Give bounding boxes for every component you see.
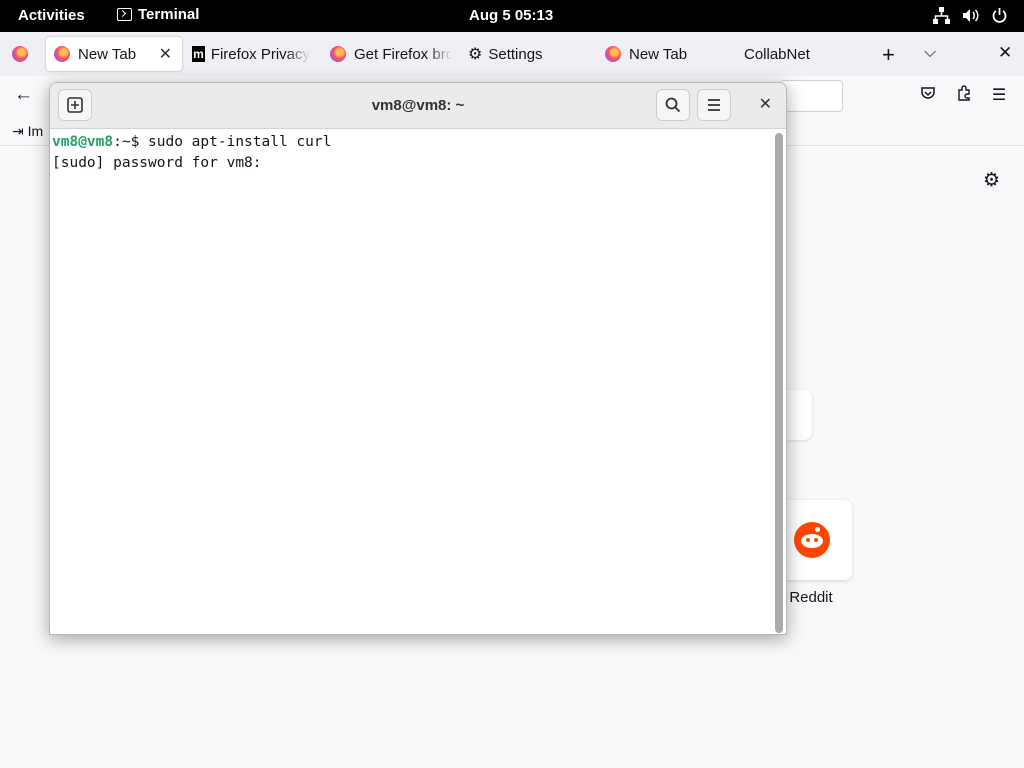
terminal-icon [117,8,132,21]
list-all-tabs-chevron-down-icon[interactable]: ⌵ [924,44,936,62]
prompt-user: vm8@vm8 [52,134,114,150]
clock[interactable]: Aug 5 05:13 [469,7,553,24]
app-name: Terminal [138,6,200,23]
pocket-icon[interactable] [919,85,937,103]
tab-collabnet[interactable]: CollabNet [744,37,864,71]
tab-label: New Tab [629,45,688,63]
tab-get-firefox[interactable]: Get Firefox bro [330,37,452,71]
prompt-path: :~$ [113,134,149,150]
power-icon [991,7,1008,24]
terminal-output[interactable]: vm8@vm8:~$ sudo apt-install curl [sudo] … [52,132,772,632]
back-arrow-icon[interactable]: ← [14,84,33,106]
app-menu[interactable]: Terminal [117,6,199,23]
tab-label: New Tab [78,45,137,63]
new-tab-button[interactable]: + [882,42,895,68]
firefox-icon [54,46,70,62]
tab-new-tab[interactable]: New Tab [605,37,725,71]
search-button[interactable] [656,89,690,121]
window-close-button[interactable]: ✕ [998,43,1012,63]
url-bar[interactable] [780,80,843,112]
bookmark-label: Im [27,123,44,139]
tab-label: Get Firefox bro [354,45,452,63]
firefox-icon [330,46,346,62]
close-tab-icon[interactable]: ✕ [149,44,182,64]
firefox-icon [12,46,28,62]
tab-label: CollabNet [744,45,810,63]
bookmark-import[interactable]: ⇥ Im [12,123,43,140]
pinned-tab[interactable] [8,37,38,71]
tab-label: Firefox Privacy [210,45,310,63]
firefox-icon [605,46,621,62]
tab-settings[interactable]: ⚙ Settings [468,37,588,71]
close-icon[interactable]: ✕ [759,94,772,114]
extensions-icon[interactable] [955,85,973,103]
hamburger-menu-icon[interactable]: ☰ [990,85,1008,104]
activities-button[interactable]: Activities [18,7,85,24]
page-settings-gear-icon[interactable]: ⚙ [983,169,1000,192]
mozilla-icon: m [192,46,205,62]
terminal-window[interactable]: vm8@vm8: ~ ✕ vm8@vm8:~$ sudo apt-install… [49,82,787,635]
tab-firefox-privacy[interactable]: m Firefox Privacy [192,37,310,71]
command-text: sudo apt-install curl [148,134,332,150]
volume-icon [962,7,979,24]
terminal-header-bar[interactable]: vm8@vm8: ~ ✕ [50,83,786,129]
sudo-password-prompt: [sudo] password for vm8: [52,155,262,171]
gnome-top-bar: Activities Terminal Aug 5 05:13 [0,0,1024,32]
terminal-scrollbar[interactable] [775,133,783,633]
tab-label: Settings [488,45,543,63]
system-tray[interactable] [933,7,1008,24]
browser-tab-strip: New Tab ✕ m Firefox Privacy Get Firefox … [0,32,1024,76]
menu-button[interactable] [697,89,731,121]
network-icon [933,7,950,24]
reddit-icon [794,522,830,558]
gear-icon: ⚙ [468,46,483,63]
tab-new-tab-active[interactable]: New Tab ✕ [46,37,182,71]
